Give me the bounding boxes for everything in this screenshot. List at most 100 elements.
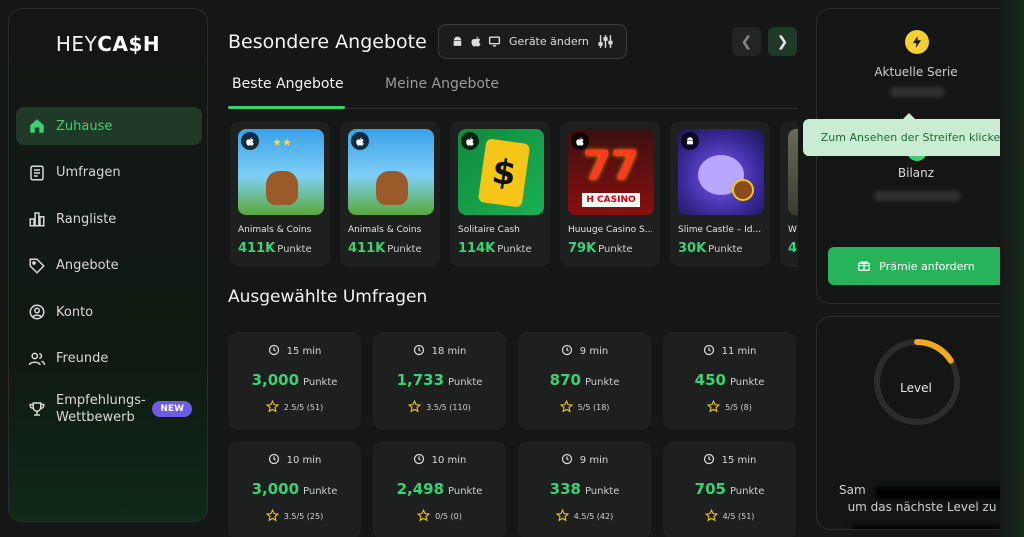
tab-meine-angebote[interactable]: Meine Angebote <box>385 76 499 92</box>
sidebar: HEYCA$H Zuhause Umfragen Rangliste Angeb… <box>8 8 208 522</box>
star-icon <box>407 399 426 415</box>
offer-name: Huuuge Casino S... <box>568 225 652 235</box>
lightning-icon[interactable] <box>905 30 929 54</box>
users-icon <box>26 348 48 370</box>
trophy-icon <box>26 398 48 420</box>
offer-image: $ <box>458 129 544 215</box>
user-circle-icon <box>26 301 48 323</box>
sidebar-item-label: Konto <box>56 304 94 320</box>
sidebar-item-rangliste[interactable]: Rangliste <box>16 200 202 238</box>
offer-points: 79K Punkte <box>568 241 633 256</box>
survey-card[interactable]: 9 min 870 Punkte 5/5 (18) <box>518 332 651 430</box>
star-icon <box>704 508 723 524</box>
claim-reward-button[interactable]: Prämie anfordern <box>828 247 1004 285</box>
survey-card[interactable]: 10 min 2,498 Punkte 0/5 (0) <box>373 441 506 537</box>
clock-icon <box>268 453 287 468</box>
gift-icon <box>857 258 879 275</box>
sidebar-item-angebote[interactable]: Angebote <box>16 247 202 285</box>
level-info-text: Sam um das nächste Level zu <box>837 482 1015 529</box>
sidebar-item-zuhause[interactable]: Zuhause <box>16 107 202 145</box>
offer-name: Animals & Coins <box>238 225 312 235</box>
star-icon <box>265 399 284 415</box>
offer-card[interactable]: W 4 <box>780 121 798 267</box>
clock-icon <box>561 453 580 468</box>
survey-rating: 4.5/5 (42) <box>518 508 651 524</box>
clock-icon <box>703 453 722 468</box>
offer-card[interactable]: Animals & Coins 411K Punkte <box>340 121 440 267</box>
sidebar-item-label: Freunde <box>56 351 109 366</box>
change-devices-label: Geräte ändern <box>509 35 589 48</box>
streak-tooltip[interactable]: Zum Ansehen der Streifen klicken <box>803 113 1024 156</box>
clock-icon <box>413 344 432 359</box>
offer-name: Animals & Coins <box>348 225 422 235</box>
next-offers-button[interactable]: ❯ <box>768 27 797 56</box>
survey-card[interactable]: 18 min 1,733 Punkte 3.5/5 (110) <box>373 332 506 430</box>
survey-card[interactable]: 11 min 450 Punkte 5/5 (8) <box>663 332 796 430</box>
apple-icon <box>461 132 479 150</box>
chevron-left-icon: ❮ <box>740 33 753 50</box>
star-icon <box>559 399 578 415</box>
survey-duration: 15 min <box>228 344 361 359</box>
level-label: Level <box>900 381 932 395</box>
survey-points: 338 Punkte <box>549 480 620 498</box>
apple-icon <box>351 132 369 150</box>
sidebar-item-label: Umfragen <box>56 165 121 180</box>
sidebar-item-label: Empfehlungs- Wettbewerb <box>56 393 146 425</box>
survey-rating: 2.5/5 (51) <box>228 399 361 415</box>
survey-duration: 9 min <box>518 453 651 468</box>
offer-tabs: Beste Angebote Meine Angebote <box>228 74 798 109</box>
offer-card[interactable]: ★★ Animals & Coins 411K Punkte <box>230 121 330 267</box>
survey-rating: 0/5 (0) <box>373 508 506 524</box>
sidebar-item-empfehlungs-wettbewerb[interactable]: Empfehlungs- Wettbewerb NEW <box>16 386 202 432</box>
offer-name: W <box>788 225 797 235</box>
sidebar-item-umfragen[interactable]: Umfragen <box>16 154 202 192</box>
bar-chart-icon <box>26 208 48 230</box>
survey-duration: 10 min <box>373 453 506 468</box>
survey-card[interactable]: 10 min 3,000 Punkte 3.5/5 (25) <box>228 441 361 537</box>
offer-card[interactable]: Slime Castle – Id... 30K Punkte <box>670 121 770 267</box>
survey-duration: 9 min <box>518 344 651 359</box>
clock-icon <box>703 344 722 359</box>
survey-points: 870 Punkte <box>549 371 620 389</box>
apple-icon <box>571 132 589 150</box>
tab-beste-angebote[interactable]: Beste Angebote <box>232 76 344 92</box>
survey-card[interactable]: 15 min 705 Punkte 4/5 (51) <box>663 441 796 537</box>
logo[interactable]: HEYCA$H <box>9 32 207 56</box>
sidebar-item-freunde[interactable]: Freunde <box>16 340 202 378</box>
prev-offers-button[interactable]: ❮ <box>732 27 761 56</box>
survey-rating: 5/5 (18) <box>518 399 651 415</box>
survey-points: 450 Punkte <box>694 371 765 389</box>
android-icon <box>451 35 464 48</box>
offer-image: ★★ <box>238 129 324 215</box>
desktop-icon <box>488 35 501 48</box>
survey-duration: 18 min <box>373 344 506 359</box>
offer-points: 411K Punkte <box>238 241 312 256</box>
balance-label: Bilanz <box>897 166 935 180</box>
main-content: Besondere Angebote Geräte ändern ❮ ❯ Bes… <box>228 0 798 537</box>
star-icon <box>706 399 725 415</box>
star-icon <box>555 508 574 524</box>
survey-points: 1,733 Punkte <box>396 371 483 389</box>
offer-card[interactable]: 77 H CASINO Huuuge Casino S... 79K Punkte <box>560 121 660 267</box>
streak-value-hidden <box>889 87 945 97</box>
clock-icon <box>561 344 580 359</box>
offer-name: Slime Castle – Id... <box>678 225 762 235</box>
offers-carousel: ★★ Animals & Coins 411K Punkte Animals & … <box>230 121 798 267</box>
sidebar-item-label: Angebote <box>56 258 119 273</box>
survey-card[interactable]: 15 min 3,000 Punkte 2.5/5 (51) <box>228 332 361 430</box>
star-icon <box>265 508 284 524</box>
offer-image <box>788 129 798 215</box>
offer-points: 411K Punkte <box>348 241 422 256</box>
streak-balance-card: Aktuelle Serie Bilanz Prämie anfordern Z… <box>803 8 1024 304</box>
offer-card[interactable]: $ Solitaire Cash 114K Punkte <box>450 121 550 267</box>
survey-duration: 11 min <box>663 344 796 359</box>
document-icon <box>26 162 48 184</box>
change-devices-button[interactable]: Geräte ändern <box>438 24 627 59</box>
survey-rating: 4/5 (51) <box>663 508 796 524</box>
survey-card[interactable]: 9 min 338 Punkte 4.5/5 (42) <box>518 441 651 537</box>
page-title: Besondere Angebote <box>228 31 427 53</box>
edge-glow <box>1000 0 1024 537</box>
survey-points: 3,000 Punkte <box>251 480 338 498</box>
sidebar-item-konto[interactable]: Konto <box>16 293 202 331</box>
new-badge: NEW <box>152 401 192 417</box>
